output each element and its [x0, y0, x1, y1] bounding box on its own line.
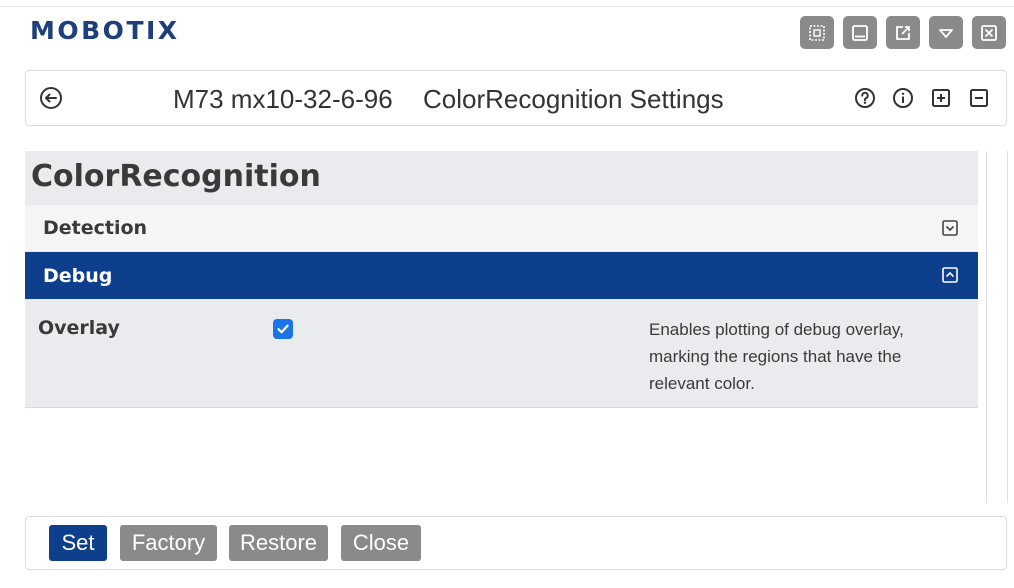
overlay-checkbox[interactable]: [273, 319, 293, 339]
mobotix-logo: MOBOTIX: [30, 16, 180, 45]
dropdown-button[interactable]: [929, 16, 963, 49]
dialog-titlebar: M73 mx10-32-6-96 ColorRecognition Settin…: [25, 70, 1007, 126]
device-name: M73 mx10-32-6-96: [173, 84, 393, 114]
popout-button[interactable]: [886, 16, 920, 49]
info-icon[interactable]: [890, 85, 916, 111]
overlay-description: Enables plotting of debug overlay, marki…: [649, 320, 904, 393]
window-top-edge: [0, 0, 1014, 7]
collapse-section-icon[interactable]: [940, 265, 960, 285]
section-detection-label: Detection: [43, 217, 148, 239]
checkmark-icon: [277, 324, 289, 334]
help-icon[interactable]: [852, 85, 878, 111]
dropdown-icon: [939, 28, 953, 38]
fit-icon: [809, 24, 825, 41]
expand-section-icon[interactable]: [940, 218, 960, 238]
set-button[interactable]: Set: [49, 525, 107, 561]
minimize-icon: [852, 24, 868, 41]
minimize-button[interactable]: [843, 16, 877, 49]
page-title: ColorRecognition Settings: [423, 84, 724, 114]
restore-button[interactable]: Restore: [229, 525, 328, 561]
window-controls: [800, 16, 1006, 49]
close-window-button[interactable]: [972, 16, 1006, 49]
settings-panel: ColorRecognition Detection Debug Overlay…: [25, 151, 978, 408]
section-debug-label: Debug: [43, 265, 113, 287]
factory-button[interactable]: Factory: [120, 525, 217, 561]
scrollbar[interactable]: [986, 151, 1008, 503]
section-detection[interactable]: Detection: [25, 205, 978, 251]
dialog-footer: Set Factory Restore Close: [25, 516, 1007, 570]
overlay-label: Overlay: [38, 317, 120, 339]
section-debug[interactable]: Debug: [25, 252, 978, 299]
panel-title: ColorRecognition: [31, 159, 321, 194]
fit-button[interactable]: [800, 16, 834, 49]
expand-all-icon[interactable]: [928, 85, 954, 111]
close-button[interactable]: Close: [341, 525, 421, 561]
back-arrow-icon[interactable]: [38, 85, 64, 111]
popout-icon: [896, 25, 910, 40]
titlebar-actions: [852, 85, 992, 111]
collapse-all-icon[interactable]: [966, 85, 992, 111]
close-icon: [981, 24, 997, 41]
